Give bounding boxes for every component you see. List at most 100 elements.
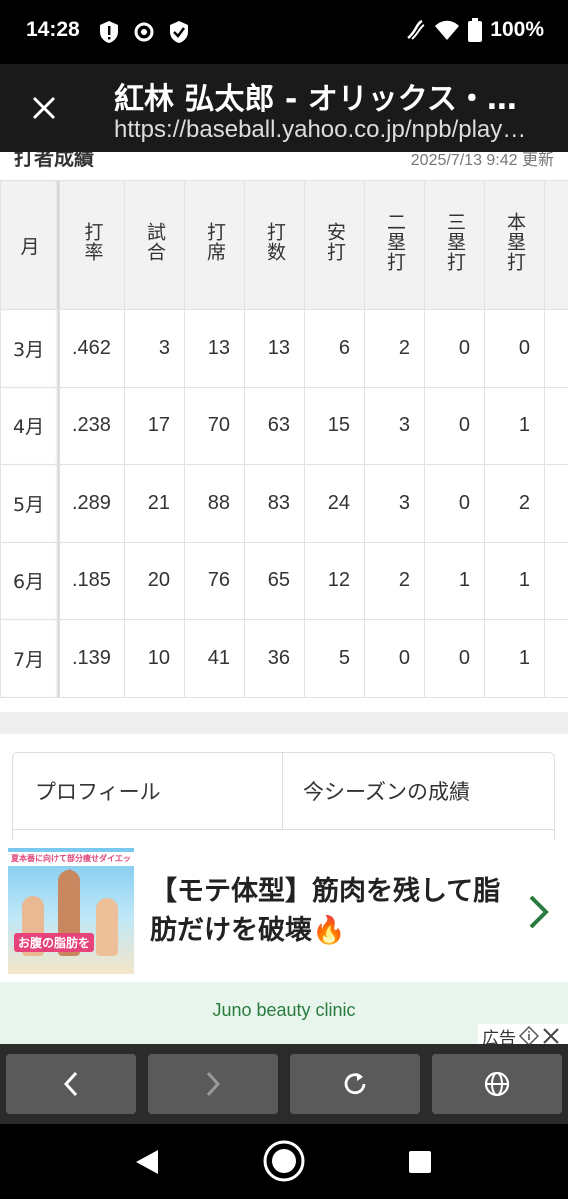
cell-homeruns: 0 [484,309,545,388]
cell-avg: .139 [59,619,125,698]
cell-triples: 0 [424,464,485,543]
header-month: 月 [0,180,60,310]
close-icon [32,96,56,120]
cell-games: 3 [124,309,185,388]
header-games: 試合 [124,180,185,310]
cell-hits: 12 [304,541,365,620]
section-divider [0,712,568,734]
cell-hits: 24 [304,464,365,543]
close-button[interactable] [26,90,62,126]
cell-doubles: 3 [364,386,425,465]
table-row: 3月 .462 3 13 13 6 2 0 0 [0,309,568,388]
cell-overflow [544,464,568,543]
alert-shield-icon [100,21,118,43]
globe-button[interactable] [432,1054,562,1114]
cell-overflow [544,309,568,388]
cell-ab: 36 [244,619,305,698]
cell-ab: 65 [244,541,305,620]
nav-recents-icon[interactable] [408,1150,432,1174]
nav-home-icon[interactable] [262,1139,306,1183]
cell-avg: .289 [59,464,125,543]
updated-timestamp: 2025/7/13 9:42 更新 [410,152,554,169]
tab-profile[interactable]: プロフィール [13,753,283,829]
ad-image-tag: お腹の脂肪を [14,933,95,952]
battery-percentage: 100% [490,18,544,41]
ad-figure [96,898,118,956]
status-bar: 14:28 100% [0,0,568,64]
cell-ab: 13 [244,309,305,388]
cell-pa: 88 [184,464,245,543]
custom-tab-header: 紅林 弘太郎 - オリックス・バファローズ - プロ野球 - スポーツナビ ht… [0,64,568,152]
reload-icon [344,1073,366,1095]
web-content[interactable]: 打者成績 2025/7/13 9:42 更新 月 打率 試合 打席 打数 安打 … [0,152,568,1044]
system-navigation-bar [0,1124,568,1199]
cell-doubles: 2 [364,541,425,620]
cell-doubles: 2 [364,309,425,388]
cell-triples: 0 [424,309,485,388]
nav-back-icon[interactable] [134,1148,160,1176]
cell-overflow [544,541,568,620]
chevron-right-icon [529,895,549,929]
header-doubles: 二塁打 [364,180,425,310]
nfc-icon [407,19,425,40]
ad-label[interactable]: 広告 [478,1024,568,1044]
cell-month: 5月 [0,464,60,543]
tab-season-label: 今シーズンの成績 [303,780,470,804]
cell-avg: .185 [59,541,125,620]
shield-check-icon [170,21,188,43]
header-avg: 打率 [59,180,125,310]
cell-overflow [544,386,568,465]
cell-triples: 0 [424,386,485,465]
ad-image[interactable]: 夏本番に向けて部分痩せダイエット お腹の脂肪を [8,848,134,974]
cell-doubles: 0 [364,619,425,698]
page-title: 紅林 弘太郎 - オリックス・バファローズ - プロ野球 - スポーツナビ [114,82,534,117]
table-row: 7月 .139 10 41 36 5 0 0 1 [0,619,568,698]
table-row: 5月 .289 21 88 83 24 3 0 2 [0,464,568,543]
cell-games: 20 [124,541,185,620]
cell-games: 10 [124,619,185,698]
forward-button[interactable] [148,1054,278,1114]
header-ab: 打数 [244,180,305,310]
tabs-divider [13,829,554,830]
ad-banner[interactable]: 夏本番に向けて部分痩せダイエット お腹の脂肪を 【モテ体型】筋肉を残して脂肪だけ… [0,840,568,1044]
header-overflow [544,180,568,310]
cell-homeruns: 1 [484,541,545,620]
cell-ab: 83 [244,464,305,543]
status-time: 14:28 [26,18,80,41]
tab-profile-label: プロフィール [35,780,161,804]
cell-triples: 0 [424,619,485,698]
page-url: https://baseball.yahoo.co.jp/npb/player/… [114,116,534,143]
section-header: 打者成績 2025/7/13 9:42 更新 [0,152,568,180]
chevron-right-icon [206,1071,221,1097]
cell-homeruns: 1 [484,386,545,465]
cell-games: 21 [124,464,185,543]
status-system-icons: 100% [404,18,544,42]
ad-headline[interactable]: 【モテ体型】筋肉を残して脂肪だけを破壊🔥 [150,872,510,950]
info-icon [519,1026,539,1044]
cell-triples: 1 [424,541,485,620]
tab-season-stats[interactable]: 今シーズンの成績 [283,753,554,829]
cell-hits: 15 [304,386,365,465]
header-hits: 安打 [304,180,365,310]
battery-icon [468,18,483,42]
ad-chevron[interactable] [526,892,552,936]
table-row: 6月 .185 20 76 65 12 2 1 1 [0,541,568,620]
ad-label-text: 広告 [482,1028,516,1045]
cell-doubles: 3 [364,464,425,543]
cell-homeruns: 1 [484,619,545,698]
section-title: 打者成績 [14,152,94,170]
status-notification-icons [98,20,190,44]
ad-image-banner: 夏本番に向けて部分痩せダイエット [8,852,134,877]
wifi-icon [435,20,460,40]
cell-pa: 70 [184,386,245,465]
ad-sponsor: Juno beauty clinic [212,1000,356,1020]
chevron-left-icon [63,1071,78,1097]
close-icon [543,1028,559,1044]
cell-month: 3月 [0,309,60,388]
globe-icon [484,1071,510,1097]
back-button[interactable] [6,1054,136,1114]
cell-homeruns: 2 [484,464,545,543]
header-homeruns: 本塁打 [484,180,545,310]
cell-month: 4月 [0,386,60,465]
reload-button[interactable] [290,1054,420,1114]
